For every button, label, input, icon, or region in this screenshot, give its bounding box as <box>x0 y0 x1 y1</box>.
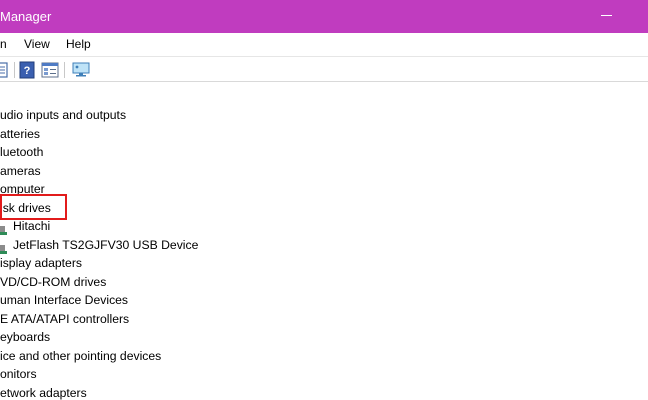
tree-item-mice-and-other-pointing-devices[interactable]: ice and other pointing devices <box>0 347 648 365</box>
toolbar-separator <box>64 62 65 78</box>
tree-item-human-interface-devices[interactable]: uman Interface Devices <box>0 291 648 309</box>
tree-item-batteries[interactable]: atteries <box>0 125 648 143</box>
tree-item-label: onitors <box>0 367 37 381</box>
scan-hardware-icon[interactable] <box>72 61 90 79</box>
toolbar-separator <box>14 62 15 78</box>
tree-item-label: ice and other pointing devices <box>0 348 162 363</box>
tree-item-dvd-cd-rom-drives[interactable]: VD/CD-ROM drives <box>0 273 648 291</box>
tree-item-label: luetooth <box>0 145 44 159</box>
tree-item-hitachi[interactable]: Hitachi <box>0 217 648 235</box>
window-title: Manager <box>0 9 52 24</box>
tree-item-disk-drives[interactable]: isk drives <box>0 199 648 217</box>
tree-item-label: VD/CD-ROM drives <box>0 274 107 289</box>
help-icon[interactable]: ? <box>19 61 37 79</box>
tree-item-jetflash[interactable]: JetFlash TS2GJFV30 USB Device <box>0 236 648 254</box>
tree-item-label: uman Interface Devices <box>0 293 129 307</box>
disk-drive-icon <box>0 222 7 235</box>
tree-item-label: JetFlash TS2GJFV30 USB Device <box>13 237 199 252</box>
tree-item-audio-inputs-and-outputs[interactable]: udio inputs and outputs <box>0 106 648 124</box>
title-bar: Manager <box>0 0 648 33</box>
toolbar: ? <box>0 56 648 82</box>
disk-drive-icon <box>0 241 7 254</box>
tree-item-label: eyboards <box>0 330 51 344</box>
tree-item-label: udio inputs and outputs <box>0 108 127 122</box>
tree-item-keyboards[interactable]: eyboards <box>0 328 648 346</box>
menu-view[interactable]: View <box>24 37 50 51</box>
tree-item-label: ameras <box>0 163 41 178</box>
tree-item-cameras[interactable]: ameras <box>0 162 648 180</box>
menu-help[interactable]: Help <box>66 37 91 51</box>
tree-item-label: etwork adapters <box>0 385 87 400</box>
tree-item-label: isplay adapters <box>0 256 82 270</box>
tree-item-network-adapters[interactable]: etwork adapters <box>0 384 648 400</box>
tree-item-ide-ata-atapi-controllers[interactable]: E ATA/ATAPI controllers <box>0 310 648 328</box>
tree-item-label: atteries <box>0 126 40 141</box>
menu-bar: n View Help <box>0 33 648 55</box>
minimize-icon[interactable] <box>601 15 612 16</box>
tree-item-bluetooth[interactable]: luetooth <box>0 143 648 161</box>
disk-drives-highlight-box <box>0 194 67 220</box>
tree-item-label: E ATA/ATAPI controllers <box>0 311 130 326</box>
properties-icon[interactable] <box>0 61 10 79</box>
tree-item-display-adapters[interactable]: isplay adapters <box>0 254 648 272</box>
tree-item-computer[interactable]: omputer <box>0 180 648 198</box>
device-view-icon[interactable] <box>41 61 59 79</box>
svg-text:?: ? <box>24 65 31 77</box>
menu-action[interactable]: n <box>0 37 7 51</box>
tree-item-monitors[interactable]: onitors <box>0 365 648 383</box>
